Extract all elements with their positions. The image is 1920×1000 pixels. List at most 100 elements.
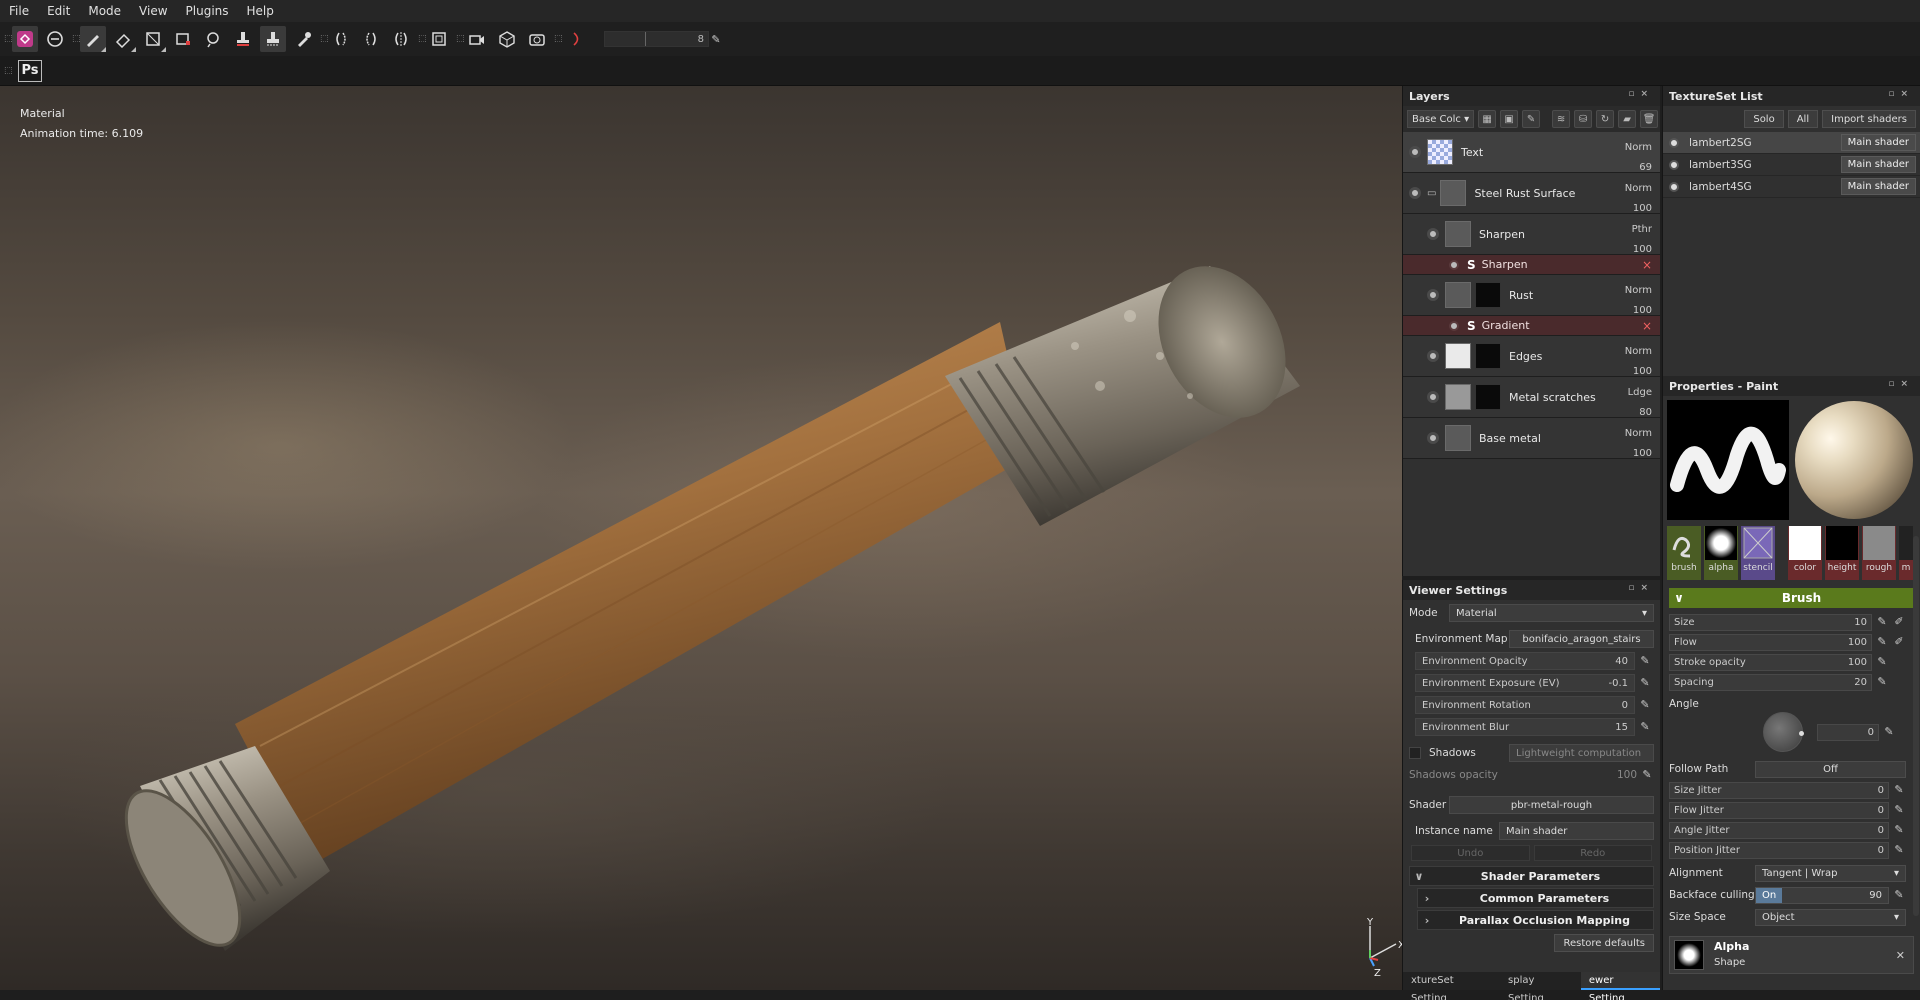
clone-tool-icon[interactable] [230,26,256,52]
half-moon-icon[interactable] [562,26,588,52]
pen-edit-icon[interactable]: ✎ [1638,698,1652,712]
shadows-checkbox[interactable] [1409,747,1421,759]
height-slot[interactable]: height [1825,526,1859,580]
add-filter-icon[interactable]: ✎ [1522,110,1541,128]
angle-jitter-slider[interactable]: Angle Jitter 0 [1669,821,1889,839]
menu-view[interactable]: View [130,0,176,22]
paint-mode-icon[interactable] [12,26,38,52]
menu-file[interactable]: File [0,0,38,22]
stencil-slot[interactable]: stencil [1741,526,1775,580]
pen-edit-icon[interactable]: ✎ [1638,654,1652,668]
visibility-eye-icon[interactable] [1449,259,1459,270]
pen-edit-icon[interactable]: ✎ [1638,720,1652,734]
instance-name-input[interactable]: Main shader [1499,822,1654,840]
panel-controls-icon[interactable]: ▫× [1888,379,1914,389]
layer-row[interactable]: Sharpen Pthr 100 [1403,214,1660,255]
tab-display-settings[interactable]: splay Setting [1500,972,1581,1000]
size-jitter-slider[interactable]: Size Jitter 0 [1669,781,1889,799]
shader-field[interactable]: pbr-metal-rough [1449,796,1654,814]
symmetry-x-icon[interactable] [358,26,384,52]
mask-thumbnail[interactable] [1475,384,1501,410]
menu-edit[interactable]: Edit [38,0,79,22]
angle-field[interactable]: 0 [1817,723,1879,741]
pen-edit-icon[interactable]: ✎ [1875,675,1889,689]
layer-row[interactable]: Metal scratches Ldge 80 [1403,377,1660,418]
toolbar-handle-icon[interactable]: ⬚ [4,66,13,76]
pen-edit-icon[interactable]: ✎ [1638,676,1652,690]
pen-edit-icon[interactable]: ✎ [1892,823,1906,837]
toolbar-handle-icon[interactable]: ⬚ [72,34,81,44]
stroke-opacity-slider[interactable]: Stroke opacity 100 [1669,653,1872,671]
env-rotation-slider[interactable]: Environment Rotation 0 [1415,696,1635,714]
shadows-mode-field[interactable]: Lightweight computation [1509,744,1654,762]
import-shaders-button[interactable]: Import shaders [1822,110,1916,128]
polygon-fill-icon[interactable] [170,26,196,52]
symmetry-mirror-icon[interactable] [388,26,414,52]
mode-select[interactable]: Material ▾ [1449,604,1654,622]
layer-blend[interactable]: Pthr 100 [1632,220,1652,260]
visibility-eye-icon[interactable] [1427,432,1439,444]
pressure-icon[interactable]: ✐ [1892,635,1906,649]
close-icon[interactable]: ✕ [1896,949,1913,962]
layer-blend[interactable]: Ldge 80 [1628,383,1652,423]
textureset-shader[interactable]: Main shader [1840,156,1916,173]
textureset-row[interactable]: lambert3SG Main shader [1663,154,1920,176]
menu-help[interactable]: Help [238,0,283,22]
mask-thumbnail[interactable] [1475,282,1501,308]
visibility-eye-icon[interactable] [1427,289,1439,301]
instance-layer-icon[interactable]: ↻ [1596,110,1615,128]
visibility-eye-icon[interactable] [1427,350,1439,362]
folder-icon[interactable]: ▭ [1427,188,1436,199]
photoshop-export-button[interactable]: Ps [18,59,42,82]
visibility-eye-icon[interactable] [1409,146,1421,158]
pen-edit-icon[interactable]: ✎ [1875,635,1889,649]
projection-tool-icon[interactable] [140,26,166,52]
redo-button[interactable]: Redo [1533,845,1652,861]
alpha-shape-box[interactable]: Alpha Shape ✕ [1669,936,1914,974]
env-map-field[interactable]: bonifacio_aragon_stairs [1509,630,1654,648]
env-opacity-slider[interactable]: Environment Opacity 40 [1415,652,1635,670]
pen-edit-icon[interactable]: ✎ [1892,888,1906,902]
tab-viewer-settings[interactable]: ewer Setting [1580,972,1660,1000]
visibility-eye-icon[interactable] [1409,187,1421,199]
remove-effect-icon[interactable]: × [1642,319,1652,333]
toolbar-handle-icon[interactable]: ⬚ [418,34,427,44]
panel-controls-icon[interactable]: ▫× [1628,89,1654,99]
mask-thumbnail[interactable] [1475,343,1501,369]
brush-tool-icon[interactable] [80,26,106,52]
camera-box-icon[interactable] [426,26,452,52]
metal-slot[interactable]: m [1899,526,1913,580]
pen-edit-icon[interactable]: ✎ [709,26,723,52]
env-exposure-slider[interactable]: Environment Exposure (EV) -0.1 [1415,674,1635,692]
flow-slider[interactable]: Flow 100 [1669,633,1872,651]
textureset-row[interactable]: lambert2SG Main shader [1663,132,1920,154]
textureset-shader[interactable]: Main shader [1840,178,1916,195]
common-parameters-section[interactable]: › Common Parameters [1417,888,1654,908]
position-jitter-slider[interactable]: Position Jitter 0 [1669,841,1889,859]
toolbar-handle-icon[interactable]: ⬚ [4,34,13,44]
add-paint-layer-icon[interactable]: ⛁ [1574,110,1593,128]
eraser-tool-icon[interactable] [110,26,136,52]
layer-blend[interactable]: Norm 100 [1625,281,1652,321]
tab-textureset-settings[interactable]: xtureSet Setting [1403,972,1500,1000]
size-slider[interactable]: Size 10 [1669,613,1872,631]
brush-section-header[interactable]: ∨ Brush [1669,588,1914,608]
pen-edit-icon[interactable]: ✎ [1892,803,1906,817]
undo-button[interactable]: Undo [1411,845,1530,861]
toolbar-handle-icon[interactable]: ⬚ [554,34,563,44]
color-picker-icon[interactable] [290,26,316,52]
delete-layer-icon[interactable]: 🗑 [1640,110,1659,128]
symmetry-icon[interactable] [328,26,354,52]
pen-edit-icon[interactable]: ✎ [1892,843,1906,857]
rough-slot[interactable]: rough [1862,526,1896,580]
pen-edit-icon[interactable]: ✎ [1875,655,1889,669]
shader-parameters-section[interactable]: ∨ Shader Parameters [1409,866,1654,886]
pressure-icon[interactable]: ✐ [1892,615,1906,629]
parallax-section[interactable]: › Parallax Occlusion Mapping [1417,910,1654,930]
layer-row[interactable]: Rust Norm 100 [1403,275,1660,316]
textureset-radio[interactable] [1669,181,1679,192]
channel-select[interactable]: Base Colc ▾ [1407,110,1475,128]
pen-edit-icon[interactable]: ✎ [1640,768,1654,782]
add-folder-icon[interactable]: ▰ [1618,110,1637,128]
effect-row[interactable]: S Gradient × [1403,316,1660,336]
